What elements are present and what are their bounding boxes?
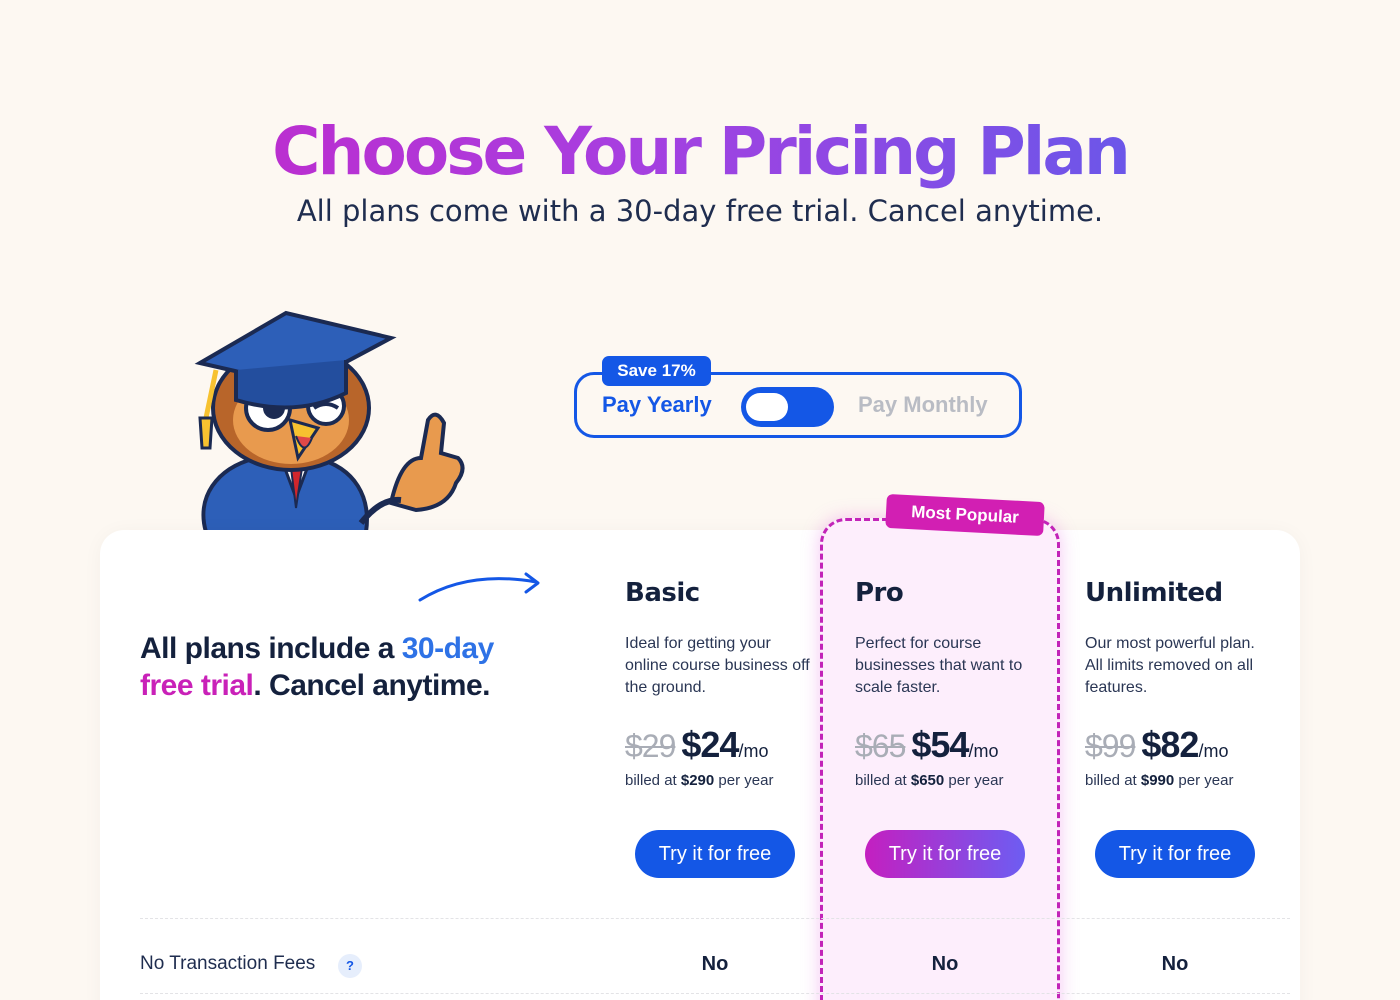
- billed-suffix: per year: [1174, 772, 1234, 789]
- feature-label: No Transaction Fees: [140, 953, 316, 974]
- billed-amount: $650: [910, 772, 945, 789]
- old-price: $99: [1085, 728, 1136, 764]
- switch-knob: [746, 393, 788, 421]
- billed-basic: billed at $290 per year: [625, 772, 773, 789]
- feature-value-basic: No: [701, 953, 729, 975]
- try-free-button-basic[interactable]: Try it for free: [635, 830, 795, 878]
- plan-name-unlimited: Unlimited: [1085, 578, 1223, 608]
- current-price: $82: [1141, 724, 1199, 765]
- plan-desc-pro: Perfect for course businesses that want …: [855, 635, 1023, 696]
- try-free-button-pro[interactable]: Try it for free: [865, 830, 1025, 878]
- billed-suffix: per year: [944, 772, 1004, 789]
- plan-desc-basic: Ideal for getting your online course bus…: [625, 635, 810, 696]
- intro-part2: . Cancel anytime.: [253, 669, 490, 702]
- feature-value-pro: No: [931, 953, 959, 975]
- price-basic: $29 $24/mo: [625, 724, 768, 766]
- old-price: $29: [625, 728, 676, 764]
- page-subtitle: All plans come with a 30-day free trial.…: [296, 194, 1104, 228]
- price-unit: /mo: [1198, 741, 1229, 761]
- billed-amount: $290: [680, 772, 715, 789]
- intro-highlight-pink: free trial: [140, 669, 254, 702]
- billed-suffix: per year: [714, 772, 774, 789]
- plan-name-pro: Pro: [855, 578, 904, 608]
- pay-yearly-option[interactable]: Pay Yearly: [602, 392, 712, 418]
- billed-prefix: billed at: [1085, 772, 1141, 789]
- billed-prefix: billed at: [625, 772, 681, 789]
- page-title: Choose Your Pricing Plan: [0, 112, 1400, 192]
- current-price: $54: [911, 724, 969, 765]
- pay-monthly-option[interactable]: Pay Monthly: [858, 392, 988, 418]
- current-price: $24: [681, 724, 739, 765]
- owl-mascot-icon: [194, 310, 465, 532]
- row-divider: [140, 993, 1290, 994]
- billed-pro: billed at $650 per year: [855, 772, 1003, 789]
- plan-desc-unlimited: Our most powerful plan. All limits remov…: [1085, 635, 1255, 696]
- billing-switch[interactable]: [741, 387, 834, 427]
- intro-text: All plans include a 30-day free trial. Ca…: [140, 630, 560, 704]
- feature-value-unlimited: No: [1161, 953, 1189, 975]
- intro-highlight-blue: 30-day: [401, 632, 495, 665]
- old-price: $65: [855, 728, 906, 764]
- price-unlimited: $99 $82/mo: [1085, 724, 1228, 766]
- save-badge: Save 17%: [602, 356, 711, 386]
- price-pro: $65 $54/mo: [855, 724, 998, 766]
- plan-name-basic: Basic: [625, 578, 700, 608]
- billed-unlimited: billed at $990 per year: [1085, 772, 1233, 789]
- try-free-button-unlimited[interactable]: Try it for free: [1095, 830, 1255, 878]
- row-divider: [140, 918, 1290, 919]
- billed-amount: $990: [1140, 772, 1175, 789]
- arrow-icon: [418, 572, 540, 602]
- price-unit: /mo: [968, 741, 999, 761]
- intro-part1: All plans include a: [140, 632, 402, 665]
- billed-prefix: billed at: [855, 772, 911, 789]
- help-icon[interactable]: ?: [338, 954, 362, 978]
- price-unit: /mo: [738, 741, 769, 761]
